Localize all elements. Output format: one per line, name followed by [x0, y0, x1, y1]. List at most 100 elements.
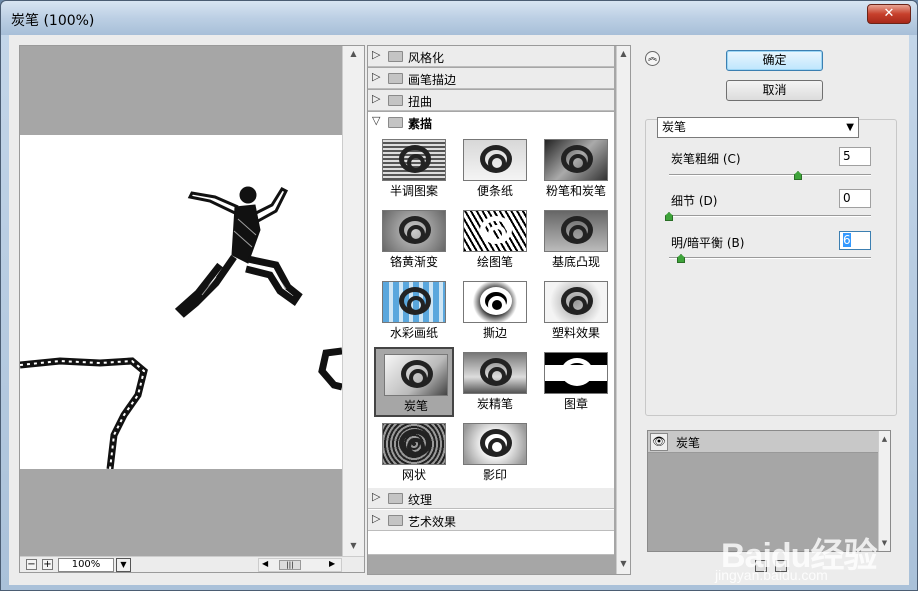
filter-thumbnail[interactable]: 铬黄渐变 — [374, 205, 454, 275]
charcoal-thickness-input[interactable]: 5 — [839, 147, 871, 166]
category-stylize[interactable]: ▷ 风格化 — [368, 46, 614, 67]
preview-horizontal-scrollbar[interactable]: ◀ ||| ▶ — [258, 558, 342, 572]
filter-select[interactable]: 炭笔 ▼ — [657, 117, 859, 138]
title-bar[interactable]: 炭笔 (100%) ✕ — [1, 1, 917, 35]
filter-thumbnail-label: 撕边 — [482, 326, 507, 340]
filter-thumbnail-label: 炭笔 — [403, 399, 428, 413]
layer-list-scrollbar[interactable]: ▲ ▼ — [878, 431, 890, 551]
filter-thumbnail-label: 影印 — [482, 468, 507, 482]
filter-thumbnail[interactable]: 影印 — [455, 418, 535, 488]
expand-triangle-icon: ▷ — [372, 48, 381, 61]
browser-vertical-scrollbar[interactable]: ▲ ▼ — [616, 46, 630, 574]
filter-preview-image — [463, 423, 527, 465]
eye-icon[interactable]: 👁 — [650, 433, 668, 451]
preview-canvas[interactable] — [20, 46, 342, 556]
filter-thumbnail[interactable]: 水彩画纸 — [374, 276, 454, 346]
filter-thumbnail[interactable]: 便条纸 — [455, 134, 535, 204]
knot-shape — [569, 296, 587, 314]
scroll-thumb[interactable]: ||| — [279, 560, 301, 570]
filter-preview-image — [463, 281, 527, 323]
filter-thumbnail[interactable]: 半调图案 — [374, 134, 454, 204]
ok-button[interactable]: 确定 — [726, 50, 823, 71]
light-dark-balance-input[interactable]: 6 — [839, 231, 871, 250]
filter-thumbnail[interactable]: 炭精笔 — [455, 347, 535, 417]
filter-thumbnail[interactable]: 撕边 — [455, 276, 535, 346]
scroll-up-arrow-icon[interactable]: ▲ — [343, 46, 364, 62]
filter-thumbnail[interactable]: 图章 — [536, 347, 616, 417]
filter-thumbnail-label: 粉笔和炭笔 — [545, 184, 606, 198]
effect-layer-row[interactable]: 👁 炭笔 — [648, 431, 878, 453]
expand-triangle-icon: ▷ — [372, 490, 381, 503]
zoom-in-button[interactable]: + — [42, 559, 53, 570]
scroll-down-arrow-icon[interactable]: ▼ — [617, 556, 630, 572]
filter-thumbnail-label: 图章 — [563, 397, 588, 411]
filter-thumbnail-label: 塑料效果 — [551, 326, 600, 340]
knot-shape — [488, 367, 506, 385]
zoom-level-field[interactable]: 100% — [58, 558, 114, 572]
filter-preview-image — [544, 352, 608, 394]
collapse-gallery-button[interactable]: ︽ — [645, 51, 660, 66]
detail-slider[interactable] — [669, 215, 871, 217]
filter-preview-image — [382, 423, 446, 465]
scroll-down-arrow-icon[interactable]: ▼ — [879, 535, 890, 551]
detail-input[interactable]: 0 — [839, 189, 871, 208]
folder-icon — [388, 95, 403, 106]
knot-shape — [407, 154, 425, 172]
charcoal-thickness-slider[interactable] — [669, 174, 871, 176]
filter-browser: ▷ 风格化 ▷ 画笔描边 ▷ 扭曲 ▽ 素描 半调图案 便条纸 粉笔和炭笔 铬黄渐变 绘… — [367, 45, 631, 575]
knot-shape — [569, 154, 587, 172]
zoom-out-button[interactable]: − — [26, 559, 37, 570]
category-texture[interactable]: ▷ 纹理 — [368, 488, 614, 509]
scroll-up-arrow-icon[interactable]: ▲ — [879, 431, 890, 447]
filter-thumbnail[interactable]: 粉笔和炭笔 — [536, 134, 616, 204]
category-label: 画笔描边 — [408, 73, 457, 87]
detail-label: 细节 (D) — [671, 194, 718, 208]
expand-triangle-icon: ▷ — [372, 70, 381, 83]
category-label: 素描 — [408, 117, 433, 131]
scroll-down-arrow-icon[interactable]: ▼ — [343, 538, 364, 554]
filter-preview-image — [382, 281, 446, 323]
folder-icon — [388, 493, 403, 504]
preview-image — [20, 135, 342, 469]
scroll-left-arrow-icon[interactable]: ◀ — [262, 559, 268, 568]
light-dark-balance-slider[interactable] — [669, 257, 871, 259]
folder-open-icon — [388, 117, 403, 128]
filter-thumbnail[interactable]: 基底凸现 — [536, 205, 616, 275]
knot-shape — [488, 438, 506, 456]
cancel-button[interactable]: 取消 — [726, 80, 823, 101]
close-button[interactable]: ✕ — [867, 4, 911, 24]
filter-thumbnail[interactable]: 网状 — [374, 418, 454, 488]
folder-icon — [388, 51, 403, 62]
knot-shape — [569, 367, 587, 385]
chevron-down-icon: ▼ — [120, 560, 127, 569]
chevron-down-icon: ▼ — [846, 122, 854, 133]
preview-panel: ▲ ▼ − + 100% ▼ ◀ ||| ▶ — [19, 45, 365, 573]
zoom-dropdown-button[interactable]: ▼ — [116, 558, 131, 572]
category-distort[interactable]: ▷ 扭曲 — [368, 90, 614, 111]
filter-thumbnail-label: 网状 — [401, 468, 426, 482]
knot-shape — [488, 296, 506, 314]
category-label: 风格化 — [408, 51, 445, 65]
filter-preview-image — [544, 139, 608, 181]
expand-triangle-icon: ▷ — [372, 92, 381, 105]
scroll-up-arrow-icon[interactable]: ▲ — [617, 46, 630, 62]
category-brush-strokes[interactable]: ▷ 画笔描边 — [368, 68, 614, 89]
filter-thumbnail[interactable]: 炭笔 — [374, 347, 454, 417]
scroll-right-arrow-icon[interactable]: ▶ — [329, 559, 335, 568]
preview-vertical-scrollbar[interactable]: ▲ ▼ — [342, 46, 364, 556]
filter-thumbnail-label: 基底凸现 — [551, 255, 600, 269]
filter-thumbnail[interactable]: 塑料效果 — [536, 276, 616, 346]
filter-preview-image — [382, 210, 446, 252]
double-chevron-up-icon: ︽ — [647, 53, 657, 63]
knot-shape — [488, 154, 506, 172]
window-title: 炭笔 (100%) — [11, 13, 95, 29]
knot-shape — [488, 225, 506, 243]
filter-thumbnail-label: 水彩画纸 — [389, 326, 438, 340]
filter-thumbnail[interactable]: 绘图笔 — [455, 205, 535, 275]
filter-thumbnail-label: 铬黄渐变 — [389, 255, 438, 269]
category-label: 纹理 — [408, 493, 433, 507]
dialog-client: ▲ ▼ − + 100% ▼ ◀ ||| ▶ ▷ 风格化 ▷ 画笔描边 ▷ 扭曲… — [9, 35, 909, 585]
filter-preview-image — [463, 352, 527, 394]
light-dark-balance-label: 明/暗平衡 (B) — [671, 236, 745, 250]
category-artistic[interactable]: ▷ 艺术效果 — [368, 510, 614, 531]
